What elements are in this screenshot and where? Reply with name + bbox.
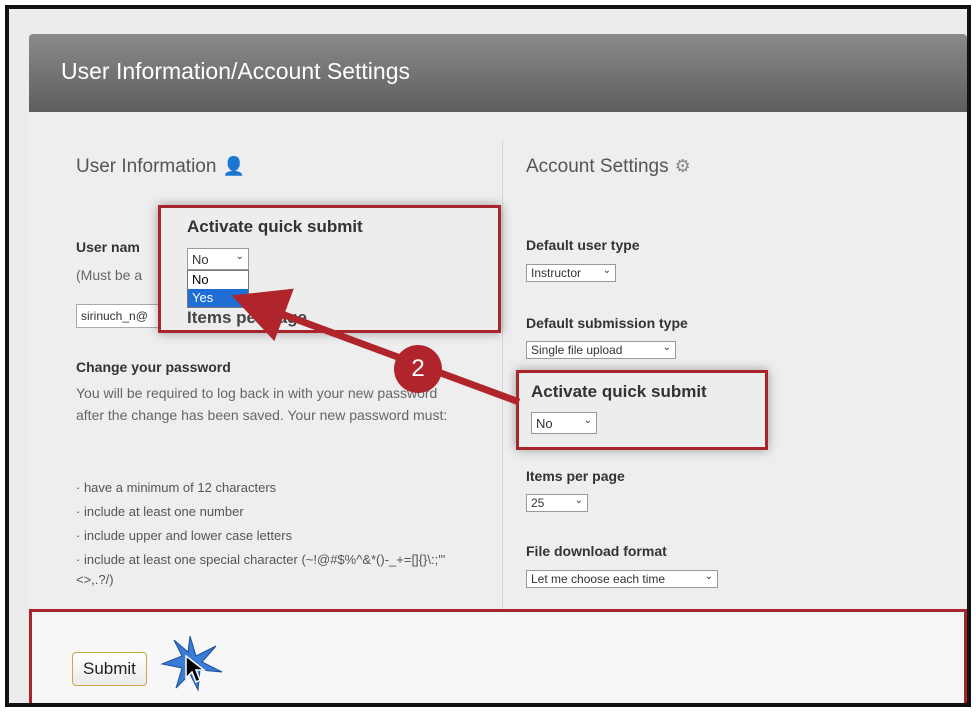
submit-button[interactable]: Submit	[72, 652, 147, 686]
screenshot-frame: User Information/Account Settings User I…	[5, 5, 971, 707]
submit-bar-highlight: Submit	[29, 609, 967, 703]
step-number-badge: 2	[394, 345, 442, 393]
arrow-line	[231, 288, 521, 406]
annotation-arrow	[231, 288, 521, 406]
mouse-cursor-icon	[185, 654, 206, 684]
